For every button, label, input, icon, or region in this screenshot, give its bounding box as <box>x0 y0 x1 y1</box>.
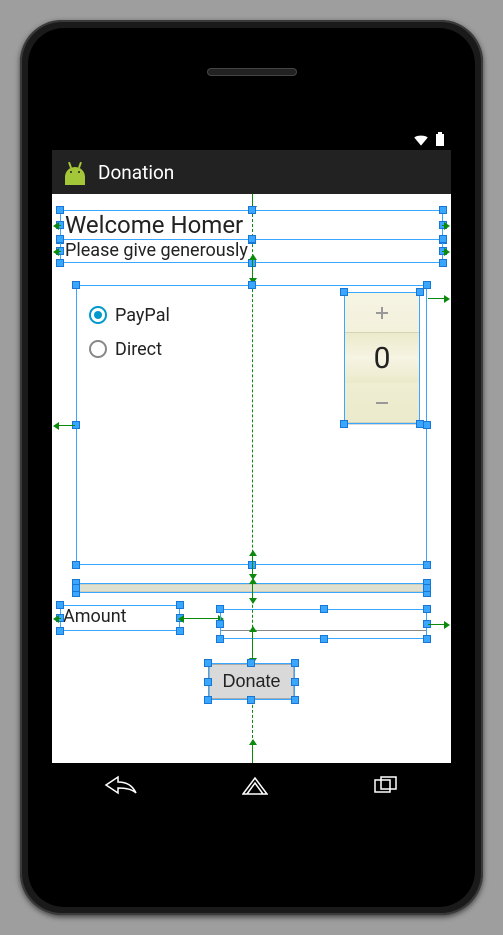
donate-button-wrapper[interactable]: Donate <box>208 663 294 700</box>
constraint-arrow <box>252 556 253 574</box>
number-picker[interactable]: 0 <box>344 292 420 424</box>
number-picker-value[interactable]: 0 <box>345 333 419 383</box>
wifi-icon <box>413 132 429 146</box>
constraint-arrow <box>59 425 75 426</box>
constraint-arrow <box>184 618 218 619</box>
constraint-arrow <box>442 225 444 226</box>
constraint-arrow <box>252 745 253 763</box>
battery-icon <box>435 132 445 146</box>
minus-icon <box>373 394 391 412</box>
amount-label-textview[interactable]: Amount <box>60 605 180 631</box>
number-picker-decrement[interactable] <box>345 383 419 423</box>
constraint-arrow <box>59 618 61 619</box>
number-picker-increment[interactable] <box>345 293 419 333</box>
radio-button-icon[interactable] <box>89 306 107 324</box>
status-bar <box>52 128 451 150</box>
radio-button-icon[interactable] <box>89 340 107 358</box>
radiogroup[interactable]: PayPal Direct 0 <box>76 285 427 565</box>
constraint-arrow <box>252 194 253 206</box>
radio-direct-label: Direct <box>115 339 162 360</box>
recents-icon[interactable] <box>373 775 399 795</box>
app-icon <box>62 159 88 185</box>
layout-editor-surface[interactable]: Welcome Homer Please give generously <box>52 194 451 763</box>
constraint-arrow <box>252 260 253 278</box>
home-icon[interactable] <box>242 775 268 795</box>
constraint-arrow <box>59 251 61 252</box>
constraint-arrow <box>442 251 444 252</box>
constraint-arrow <box>428 298 444 299</box>
navigation-bar <box>52 763 451 807</box>
screen: Donation Welcome Homer <box>52 128 451 807</box>
amount-label-text: Amount <box>61 606 179 627</box>
constraint-arrow <box>252 584 253 598</box>
radio-paypal-label: PayPal <box>115 305 170 326</box>
phone-frame-inner: Donation Welcome Homer <box>28 28 475 907</box>
constraint-arrow <box>428 624 444 625</box>
action-bar: Donation <box>52 150 451 194</box>
donate-button[interactable]: Donate <box>209 664 293 699</box>
plus-icon <box>373 304 391 322</box>
app-title: Donation <box>98 161 174 184</box>
back-icon[interactable] <box>104 775 138 795</box>
constraint-arrow <box>252 632 253 658</box>
earpiece <box>207 68 297 76</box>
phone-frame: Donation Welcome Homer <box>20 20 483 915</box>
constraint-arrow <box>59 225 61 226</box>
